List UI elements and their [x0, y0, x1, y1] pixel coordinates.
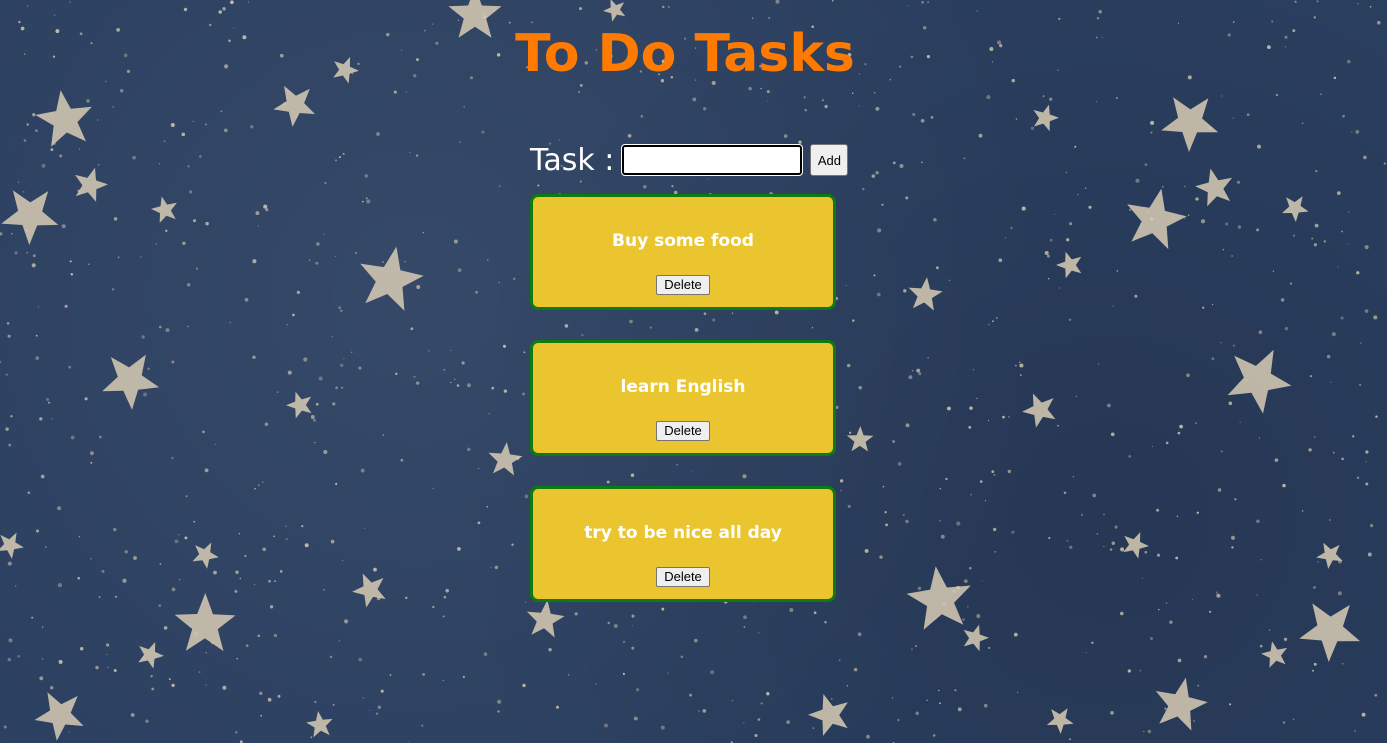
- star-icon: [846, 426, 874, 452]
- star-icon: [0, 532, 24, 559]
- star-icon: [1155, 677, 1208, 731]
- star-icon: [192, 542, 219, 569]
- star-icon: [1033, 104, 1059, 132]
- star-icon: [1299, 603, 1360, 662]
- page-title: To Do Tasks: [515, 24, 855, 84]
- task-form: Task : Add: [530, 140, 849, 180]
- star-icon: [1123, 532, 1149, 559]
- star-icon: [488, 442, 523, 476]
- star-icon: [34, 692, 84, 741]
- task-card: try to be nice all day Delete: [530, 486, 836, 602]
- star-icon: [1282, 196, 1309, 222]
- star-icon: [1056, 251, 1082, 279]
- task-card: Buy some food Delete: [530, 194, 836, 310]
- star-icon: [1046, 708, 1074, 734]
- star-icon: [908, 277, 943, 311]
- star-icon: [526, 600, 565, 638]
- task-text: Buy some food: [612, 231, 754, 251]
- star-icon: [1227, 349, 1292, 414]
- task-input[interactable]: [621, 144, 804, 176]
- task-card: learn English Delete: [530, 340, 836, 456]
- star-icon: [306, 711, 333, 738]
- star-icon: [151, 196, 177, 223]
- delete-button[interactable]: Delete: [656, 275, 710, 295]
- star-icon: [1261, 641, 1288, 668]
- add-button[interactable]: Add: [810, 144, 849, 176]
- task-label: Task :: [530, 142, 615, 178]
- star-icon: [1316, 542, 1343, 569]
- star-icon: [603, 0, 626, 22]
- star-icon: [906, 566, 971, 630]
- star-icon: [1127, 188, 1187, 250]
- star-icon: [1, 190, 59, 245]
- star-icon: [352, 573, 386, 608]
- task-text: learn English: [620, 377, 746, 397]
- star-icon: [35, 90, 92, 147]
- star-icon: [286, 391, 312, 419]
- star-icon: [1022, 393, 1056, 428]
- task-text: try to be nice all day: [584, 523, 782, 543]
- star-icon: [963, 624, 989, 652]
- star-icon: [360, 246, 424, 311]
- star-icon: [174, 593, 236, 652]
- star-icon: [808, 694, 848, 736]
- delete-button[interactable]: Delete: [656, 421, 710, 441]
- delete-button[interactable]: Delete: [656, 567, 710, 587]
- star-icon: [273, 85, 315, 127]
- star-icon: [75, 167, 108, 202]
- star-icon: [1195, 168, 1233, 207]
- star-icon: [138, 642, 164, 669]
- star-icon: [102, 354, 160, 410]
- star-icon: [1161, 97, 1219, 152]
